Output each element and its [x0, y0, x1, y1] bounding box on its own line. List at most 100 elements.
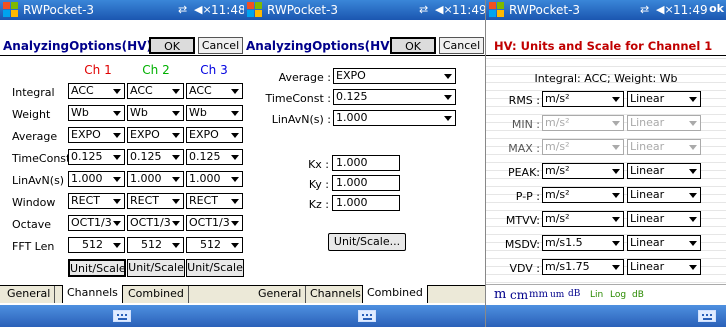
- rms-scale-dropdown[interactable]: Linear: [627, 91, 701, 107]
- connectivity-icon[interactable]: ⇄: [178, 3, 187, 16]
- chevron-down-icon: [689, 97, 697, 102]
- ch1-average-dropdown[interactable]: EXPO: [68, 127, 125, 143]
- keyboard-icon[interactable]: [358, 310, 376, 322]
- pp-scale-dropdown[interactable]: Linear: [627, 187, 701, 203]
- unit-cm-button[interactable]: cm: [510, 288, 528, 302]
- chevron-down-icon: [444, 116, 452, 121]
- dialog-title: AnalyzingOptions(HV):: [246, 39, 400, 53]
- tab-channels[interactable]: Channels: [306, 286, 366, 303]
- peak-unit-dropdown[interactable]: m/s²: [542, 163, 624, 179]
- windows-start-icon[interactable]: [247, 2, 263, 18]
- row-label: MAX :: [508, 142, 540, 155]
- ch2-average-dropdown[interactable]: EXPO: [127, 127, 184, 143]
- unit-scale-button-ch2[interactable]: Unit/Scale: [127, 259, 185, 277]
- volume-icon[interactable]: ◀×: [656, 3, 674, 16]
- dialog-header: AnalyzingOptions(HV): OK Cancel: [244, 36, 485, 56]
- average-dropdown[interactable]: EXPO: [333, 68, 456, 84]
- ch1-window-dropdown[interactable]: RECT: [68, 193, 125, 209]
- ok-button[interactable]: OK: [149, 37, 195, 54]
- peak-scale-dropdown[interactable]: Linear: [627, 163, 701, 179]
- timeconst-dropdown[interactable]: 0.125: [333, 89, 456, 105]
- linavn-label: LinAvN(s) :: [271, 113, 331, 126]
- scale-db-button[interactable]: dB: [632, 290, 644, 300]
- dropdown-value: ACC: [189, 84, 212, 97]
- ch3-window-dropdown[interactable]: RECT: [186, 193, 243, 209]
- row-label: VDV :: [509, 262, 540, 275]
- ch1-timeconst-dropdown[interactable]: 0.125: [68, 149, 125, 165]
- kz-input[interactable]: 1.000: [332, 195, 400, 211]
- mtvv-unit-dropdown[interactable]: m/s²: [542, 211, 624, 227]
- ch3-weight-dropdown[interactable]: Wb: [186, 105, 243, 121]
- dropdown-value: m/s1.5: [545, 236, 583, 249]
- windows-start-icon[interactable]: [3, 2, 19, 18]
- clock[interactable]: 11:48: [211, 3, 244, 17]
- rms-unit-dropdown[interactable]: m/s²: [542, 91, 624, 107]
- chevron-down-icon: [113, 243, 121, 248]
- kx-input[interactable]: 1.000: [332, 155, 400, 171]
- ch3-average-dropdown[interactable]: EXPO: [186, 127, 243, 143]
- clock[interactable]: 11:49: [452, 3, 485, 17]
- chevron-down-icon: [612, 169, 620, 174]
- ch3-integral-dropdown[interactable]: ACC: [186, 83, 243, 99]
- dropdown-value: Wb: [130, 106, 148, 119]
- ch3-octave-dropdown[interactable]: OCT1/3: [186, 215, 243, 231]
- ch1-fftlen-dropdown[interactable]: 512: [68, 237, 125, 253]
- connectivity-icon[interactable]: ⇄: [419, 3, 428, 16]
- clock[interactable]: 11:49: [673, 3, 708, 17]
- keyboard-icon[interactable]: [698, 310, 716, 322]
- unit-m-button[interactable]: m: [494, 287, 506, 302]
- ch2-timeconst-dropdown[interactable]: 0.125: [127, 149, 184, 165]
- unit-scale-button[interactable]: Unit/Scale...: [328, 233, 406, 251]
- pp-unit-dropdown[interactable]: m/s²: [542, 187, 624, 203]
- connectivity-icon[interactable]: ⇄: [640, 3, 649, 16]
- ch3-linavns-dropdown[interactable]: 1.000: [186, 171, 243, 187]
- linavn-dropdown[interactable]: 1.000: [333, 110, 456, 126]
- ch1-octave-dropdown[interactable]: OCT1/3: [68, 215, 125, 231]
- unit-mm-button[interactable]: mm: [529, 289, 548, 300]
- tab-general[interactable]: General: [3, 286, 56, 303]
- tab-channels[interactable]: Channels: [62, 285, 123, 303]
- vdv-scale-dropdown[interactable]: Linear: [627, 259, 701, 275]
- unit-scale-button-ch3[interactable]: Unit/Scale: [186, 259, 244, 277]
- mtvv-scale-dropdown[interactable]: Linear: [627, 211, 701, 227]
- ok-button[interactable]: ok: [709, 2, 724, 15]
- ch1-linavns-dropdown[interactable]: 1.000: [68, 171, 125, 187]
- chevron-down-icon: [444, 74, 452, 79]
- tab-combined[interactable]: Combined: [362, 285, 428, 303]
- unit-scale-button-ch1[interactable]: Unit/Scale: [68, 259, 126, 277]
- ky-input[interactable]: 1.000: [332, 175, 400, 191]
- unit-db-button[interactable]: dB: [568, 289, 580, 299]
- windows-start-icon[interactable]: [489, 2, 505, 18]
- dropdown-value: Linear: [630, 188, 665, 201]
- dropdown-value: Linear: [630, 116, 665, 129]
- volume-icon[interactable]: ◀×: [194, 3, 212, 16]
- channels-screen: RWPocket-3 ⇄ ◀× 11:48 AnalyzingOptions(H…: [0, 0, 244, 327]
- unit-um-button[interactable]: um: [550, 290, 564, 300]
- cancel-button[interactable]: Cancel: [439, 37, 484, 54]
- msdv-scale-dropdown[interactable]: Linear: [627, 235, 701, 251]
- chevron-down-icon: [612, 193, 620, 198]
- cancel-button[interactable]: Cancel: [198, 37, 243, 54]
- tab-combined[interactable]: Combined: [124, 286, 189, 303]
- ch3-timeconst-dropdown[interactable]: 0.125: [186, 149, 243, 165]
- dropdown-value: ACC: [130, 84, 153, 97]
- volume-icon[interactable]: ◀×: [435, 3, 453, 16]
- ch1-integral-dropdown[interactable]: ACC: [68, 83, 125, 99]
- chevron-down-icon: [113, 221, 121, 226]
- vdv-unit-dropdown[interactable]: m/s1.75: [542, 259, 624, 275]
- ch2-octave-dropdown[interactable]: OCT1/3: [127, 215, 184, 231]
- ch1-weight-dropdown[interactable]: Wb: [68, 105, 125, 121]
- ch2-window-dropdown[interactable]: RECT: [127, 193, 184, 209]
- tab-general[interactable]: General: [254, 286, 307, 303]
- scale-log-button[interactable]: Log: [610, 290, 626, 300]
- scale-linear-button[interactable]: Lin: [590, 290, 603, 300]
- ch3-fftlen-dropdown[interactable]: 512: [186, 237, 243, 253]
- msdv-unit-dropdown[interactable]: m/s1.5: [542, 235, 624, 251]
- ok-button[interactable]: OK: [390, 37, 436, 54]
- ch2-fftlen-dropdown[interactable]: 512: [127, 237, 184, 253]
- ch2-integral-dropdown[interactable]: ACC: [127, 83, 184, 99]
- ch2-weight-dropdown[interactable]: Wb: [127, 105, 184, 121]
- ch2-linavns-dropdown[interactable]: 1.000: [127, 171, 184, 187]
- dialog-header: AnalyzingOptions(HV): OK Cancel: [0, 36, 244, 56]
- keyboard-icon[interactable]: [113, 310, 131, 322]
